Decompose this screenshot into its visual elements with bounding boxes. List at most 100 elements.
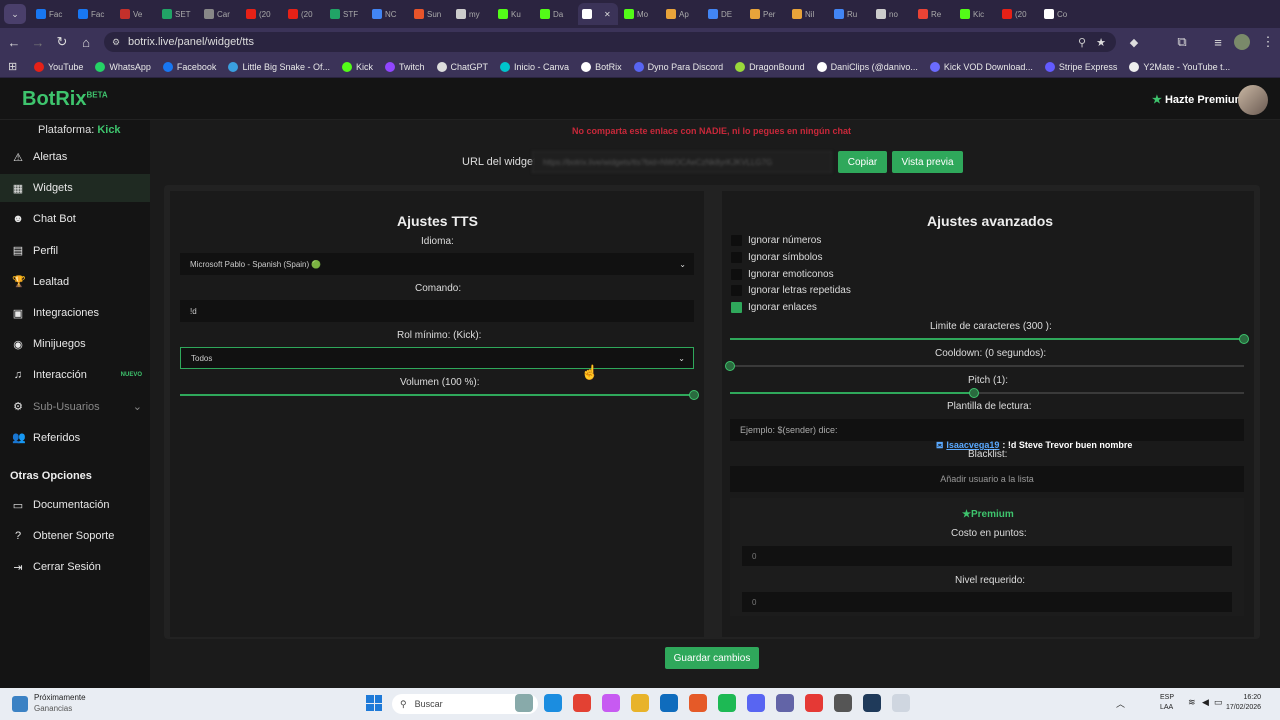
spotify-icon[interactable] bbox=[718, 694, 736, 712]
language-indicator[interactable]: ESP LAA bbox=[1160, 693, 1174, 713]
wifi-icon[interactable]: ≋ bbox=[1188, 697, 1196, 708]
widgets-app-icon[interactable] bbox=[515, 694, 533, 712]
cooldown-slider[interactable] bbox=[725, 361, 1244, 371]
cooldown-slider-handle[interactable] bbox=[725, 361, 735, 371]
cost-input[interactable]: 0 bbox=[742, 546, 1232, 566]
browser-tab[interactable]: Mo bbox=[620, 3, 660, 25]
bookmark-item[interactable]: DaniClips (@danivo... bbox=[816, 61, 918, 72]
forward-icon[interactable]: → bbox=[26, 30, 50, 54]
volume-slider-handle[interactable] bbox=[689, 390, 699, 400]
bookmark-item[interactable]: ChatGPT bbox=[436, 61, 488, 72]
browser-tab[interactable]: Fac bbox=[32, 3, 72, 25]
typora-icon[interactable] bbox=[805, 694, 823, 712]
browser-tab[interactable]: Per bbox=[746, 3, 786, 25]
bookmark-item[interactable]: BotRix bbox=[581, 61, 622, 72]
sidebar-item-cerrar-sesi-n[interactable]: ⇥ Cerrar Sesión bbox=[0, 553, 150, 581]
tab-search-icon[interactable]: ⌄ bbox=[4, 4, 26, 24]
media-icon[interactable]: ≡ bbox=[1206, 30, 1230, 54]
command-input[interactable]: !d bbox=[180, 300, 694, 322]
menu-icon[interactable]: ⋮ bbox=[1256, 30, 1280, 54]
edge-icon[interactable] bbox=[544, 694, 562, 712]
checkbox-box[interactable] bbox=[731, 235, 742, 246]
premium-button[interactable]: ★ Hazte Premium bbox=[1152, 93, 1244, 106]
steam-icon[interactable] bbox=[863, 694, 881, 712]
min-role-select[interactable]: Todos ⌄ bbox=[180, 347, 694, 369]
sidebar-item-referidos[interactable]: 👥 Referidos bbox=[0, 424, 150, 452]
sidebar-item-integraciones[interactable]: ▣ Integraciones bbox=[0, 299, 150, 327]
start-icon[interactable] bbox=[366, 695, 382, 711]
browser-tab[interactable]: ✕ bbox=[578, 3, 618, 25]
bookmark-item[interactable]: Y2Mate - YouTube t... bbox=[1129, 61, 1230, 72]
zoom-icon[interactable]: ⚲ bbox=[1078, 36, 1086, 49]
browser-tab[interactable]: NC bbox=[368, 3, 408, 25]
char-limit-slider[interactable] bbox=[730, 334, 1249, 344]
bookmark-item[interactable]: DragonBound bbox=[735, 61, 805, 72]
save-changes-button[interactable]: Guardar cambios bbox=[665, 647, 759, 669]
option-checkbox[interactable]: Ignorar enlaces bbox=[731, 302, 817, 314]
browser-tab[interactable]: Nil bbox=[788, 3, 828, 25]
browser-tab[interactable]: Ru bbox=[830, 3, 870, 25]
sidebar-item-perfil[interactable]: ▤ Perfil bbox=[0, 237, 150, 265]
obs-icon[interactable] bbox=[834, 694, 852, 712]
browser-tab[interactable]: my bbox=[452, 3, 492, 25]
tray-chevron-icon[interactable]: ︿ bbox=[1116, 697, 1125, 710]
browser-tab[interactable]: STF bbox=[326, 3, 366, 25]
file-explorer-icon[interactable] bbox=[631, 694, 649, 712]
browser-tab[interactable]: Ap bbox=[662, 3, 702, 25]
botrix-logo[interactable]: BotRixBETA bbox=[22, 88, 108, 111]
level-input[interactable]: 0 bbox=[742, 592, 1232, 612]
browser-tab[interactable]: Da bbox=[536, 3, 576, 25]
language-select[interactable]: Microsoft Pablo - Spanish (Spain) 🟢 ⌄ bbox=[180, 253, 694, 275]
sidebar-item-lealtad[interactable]: 🏆 Lealtad bbox=[0, 268, 150, 296]
sidebar-item-chat-bot[interactable]: ☻ Chat Bot bbox=[0, 205, 150, 233]
sidebar-item-sub-usuarios[interactable]: ⚙ Sub-Usuarios ⌄ bbox=[0, 393, 150, 421]
profile-avatar[interactable] bbox=[1234, 34, 1250, 50]
browser-tab[interactable]: Ve bbox=[116, 3, 156, 25]
browser-tab[interactable]: Re bbox=[914, 3, 954, 25]
sidebar-item-minijuegos[interactable]: ◉ Minijuegos bbox=[0, 330, 150, 358]
bookmark-item[interactable]: YouTube bbox=[34, 61, 83, 72]
bookmark-star-icon[interactable]: ★ bbox=[1096, 36, 1106, 49]
option-checkbox[interactable]: Ignorar emoticonos bbox=[731, 268, 834, 280]
widget-url-field[interactable]: https://botrix.live/widgets/tts?bid=NWOC… bbox=[532, 151, 832, 173]
browser-tab[interactable]: (20 bbox=[242, 3, 282, 25]
option-checkbox[interactable]: Ignorar símbolos bbox=[731, 251, 822, 263]
bookmark-item[interactable]: Facebook bbox=[162, 61, 216, 72]
user-avatar[interactable] bbox=[1238, 85, 1268, 115]
bookmark-item[interactable]: WhatsApp bbox=[95, 61, 151, 72]
battery-icon[interactable]: ▭ bbox=[1214, 697, 1223, 708]
pitch-slider[interactable] bbox=[730, 388, 1244, 398]
checkbox-box[interactable] bbox=[731, 251, 742, 263]
outlook-icon[interactable] bbox=[660, 694, 678, 712]
browser-tab[interactable]: no bbox=[872, 3, 912, 25]
char-limit-slider-handle[interactable] bbox=[1239, 334, 1249, 344]
bookmark-item[interactable]: Inicio - Canva bbox=[500, 61, 569, 72]
template-input[interactable]: Ejemplo: $(sender) dice: bbox=[730, 419, 1244, 441]
preview-button[interactable]: Vista previa bbox=[892, 151, 963, 173]
browser-tab[interactable]: Sun bbox=[410, 3, 450, 25]
option-checkbox[interactable]: Ignorar letras repetidas bbox=[731, 285, 851, 297]
browser-tab[interactable]: Car bbox=[200, 3, 240, 25]
option-checkbox[interactable]: Ignorar números bbox=[731, 235, 821, 246]
site-info-icon[interactable]: ⚙ bbox=[112, 37, 120, 48]
browser-tab[interactable]: Kic bbox=[956, 3, 996, 25]
checkbox-box[interactable] bbox=[731, 285, 742, 297]
browser-tab[interactable]: (20 bbox=[284, 3, 324, 25]
discord-icon[interactable] bbox=[747, 694, 765, 712]
address-bar[interactable]: ⚙ botrix.live/panel/widget/tts ⚲ ★ bbox=[104, 32, 1116, 52]
tab-close-icon[interactable]: ✕ bbox=[604, 10, 611, 19]
clock[interactable]: 16:20 17/02/2026 bbox=[1226, 693, 1261, 713]
bookmark-item[interactable]: Kick VOD Download... bbox=[929, 61, 1033, 72]
reload-icon[interactable]: ↻ bbox=[50, 30, 74, 54]
copilot-icon[interactable] bbox=[602, 694, 620, 712]
browser-tab[interactable]: Fac bbox=[74, 3, 114, 25]
volume-icon[interactable]: ◀ bbox=[1202, 697, 1209, 708]
volume-slider[interactable] bbox=[180, 390, 699, 400]
browser-tab[interactable]: SET bbox=[158, 3, 198, 25]
checkbox-box[interactable] bbox=[731, 268, 742, 280]
checkbox-box[interactable] bbox=[731, 302, 742, 314]
bookmark-item[interactable]: Stripe Express bbox=[1044, 61, 1117, 72]
blacklist-input[interactable]: Añadir usuario a la lista bbox=[730, 466, 1244, 492]
extension-icon[interactable]: ◆ bbox=[1122, 30, 1146, 54]
copy-button[interactable]: Copiar bbox=[838, 151, 887, 173]
